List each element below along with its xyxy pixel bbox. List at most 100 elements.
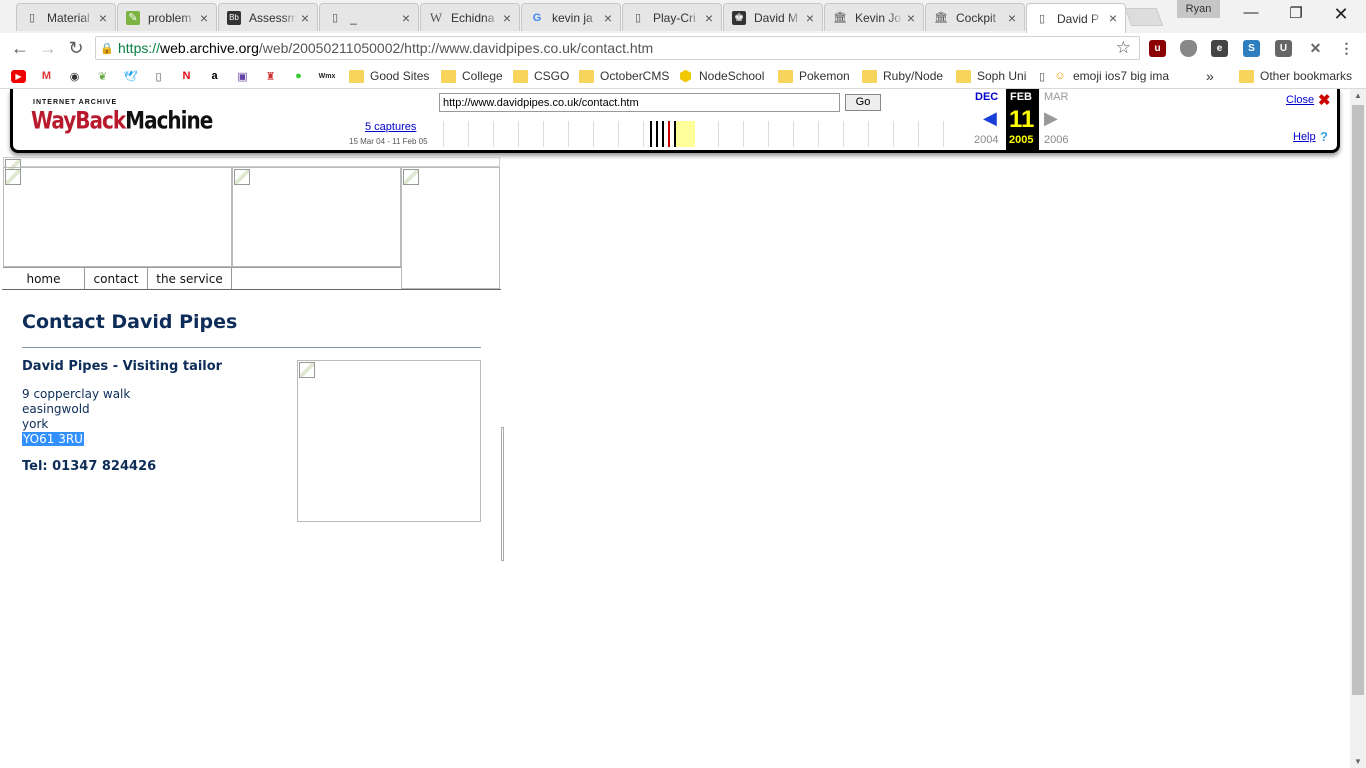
bookmark-reddit[interactable]: ◉ [67,67,88,85]
bookmarks-overflow-chevron[interactable]: » [1206,67,1214,85]
bookmark-page[interactable]: ▯ [151,67,172,85]
wayback-logo[interactable]: WayBackMachine [31,106,213,135]
wayback-go-button[interactable]: Go [845,94,881,111]
capture-bar[interactable] [674,121,676,147]
tab-9[interactable]: 🏛 Cockpit × [925,3,1025,31]
popcorn-icon: ♜ [265,70,276,83]
bookmark-twitch[interactable]: ▣ [235,67,256,85]
scroll-down-icon[interactable]: ▼ [1350,757,1366,766]
other-bookmarks[interactable]: Other bookmarks [1239,67,1352,85]
tab-1[interactable]: ✎ problem × [117,3,217,31]
capture-bar[interactable] [668,121,670,147]
bookmark-wemx[interactable]: Wmx [317,67,343,85]
new-tab-button[interactable] [1124,8,1164,26]
close-tab-icon[interactable]: × [1008,10,1016,26]
tools-icon[interactable]: ✕ [1307,40,1324,57]
wayback-captures-link[interactable]: 5 captures [365,121,416,133]
bookmark-college[interactable]: College [441,67,503,85]
close-tab-icon[interactable]: × [1109,10,1117,26]
tab-8[interactable]: 🏛 Kevin Jo × [824,3,924,31]
ublock-icon[interactable]: u [1149,40,1166,57]
address-text: https://web.archive.org/web/200502110500… [118,40,654,56]
tab-3[interactable]: ▯ _ × [319,3,419,31]
prev-month-label[interactable]: DEC [975,91,998,103]
scrollbar-thumb[interactable] [1352,105,1364,695]
bookmark-octobercms[interactable]: OctoberCMS [579,67,669,85]
close-tab-icon[interactable]: × [200,10,208,26]
folder-icon [1239,69,1254,83]
address-bar[interactable]: 🔒 https://web.archive.org/web/2005021105… [95,36,1140,60]
folder-icon [862,69,877,83]
back-icon[interactable]: ← [9,37,31,59]
window-close-icon[interactable]: ✕ [1326,4,1356,25]
close-tab-icon[interactable]: × [503,10,511,26]
header-middle-image [232,167,401,267]
page-scrollbar[interactable]: ▲ ▼ [1350,89,1366,768]
bookmark-amazon[interactable]: a [207,67,228,85]
bookmark-good-sites[interactable]: Good Sites [349,67,429,85]
wayback-current-date: FEB 11 2005 [1006,89,1039,150]
tab-4[interactable]: W Echidna × [420,3,520,31]
bookmark-netflix[interactable]: N [179,67,200,85]
scroll-up-icon[interactable]: ▲ [1350,91,1366,100]
tab-10-active[interactable]: ▯ David P × [1026,3,1126,33]
bookmark-android[interactable]: ● [291,67,312,85]
menu-icon[interactable]: ⋮ [1338,40,1355,57]
bookmark-pokemon[interactable]: Pokemon [778,67,850,85]
wayback-close-link[interactable]: Close [1286,94,1314,106]
close-tab-icon[interactable]: × [705,10,713,26]
tab-6[interactable]: ▯ Play-Cri × [622,3,722,31]
stylish-icon[interactable]: S [1243,40,1260,57]
bookmark-popcorn[interactable]: ♜ [263,67,284,85]
tab-2[interactable]: Bb Assessm × [218,3,318,31]
prev-capture-arrow-icon[interactable]: ◀ [983,108,997,129]
capture-bar[interactable] [662,121,664,147]
archive-icon: 🏛 [934,12,948,24]
close-tab-icon[interactable]: × [402,10,410,26]
bookmark-star-icon[interactable]: ☆ [1116,38,1131,58]
tab-0[interactable]: ▯ Material × [16,3,116,31]
tab-5[interactable]: Gkevin ja × [521,3,621,31]
reload-icon[interactable]: ↻ [65,37,87,59]
bookmark-leaf[interactable]: ❦ [95,67,116,85]
wayback-url-input[interactable] [439,93,840,112]
page-icon: ▯ [1038,70,1046,83]
wayback-sparkline[interactable] [443,121,973,147]
help-question-icon[interactable]: ? [1320,129,1328,144]
close-x-icon[interactable]: ✖ [1318,91,1331,109]
wikipedia-icon: W [429,9,443,25]
bookmark-emoji[interactable]: ▯ ☺ emoji ios7 big ima [1037,67,1169,85]
shield-icon[interactable] [1180,40,1197,57]
next-capture-arrow-icon[interactable]: ▶ [1044,108,1058,129]
capture-bar[interactable] [650,121,652,147]
bookmark-ruby-node[interactable]: Ruby/Node [862,67,943,85]
bookmark-nodeschool[interactable]: ⬢ NodeSchool [678,67,764,85]
folder-icon [778,69,793,83]
wayback-capture-range: 15 Mar 04 - 11 Feb 05 [349,137,428,146]
close-tab-icon[interactable]: × [99,10,107,26]
ghostery-icon[interactable]: U [1275,40,1292,57]
close-tab-icon[interactable]: × [907,10,915,26]
restore-icon[interactable]: ❐ [1281,4,1311,22]
evernote-ext-icon[interactable]: e [1211,40,1228,57]
capture-bar[interactable] [656,121,658,147]
minimize-icon[interactable]: — [1236,4,1266,21]
nav-the-service[interactable]: the service [148,268,232,290]
tab-7[interactable]: ♚ David M × [723,3,823,31]
bookmark-csgo[interactable]: CSGO [513,67,569,85]
wayback-help-link[interactable]: Help [1293,131,1316,143]
bookmark-gmail[interactable]: M [39,67,60,85]
bookmark-soph-uni[interactable]: Soph Uni [956,67,1026,85]
amazon-icon: a [211,70,218,82]
header-right-image [401,167,500,289]
bookmark-youtube[interactable]: ▶ [11,67,32,85]
nav-home[interactable]: home [3,268,85,290]
close-tab-icon[interactable]: × [301,10,309,26]
close-tab-icon[interactable]: × [806,10,814,26]
forward-icon[interactable]: → [37,37,59,59]
nav-contact[interactable]: contact [85,268,148,290]
bookmark-twitter[interactable]: 🕊 [123,67,144,85]
prev-year-label: 2004 [974,134,999,146]
close-tab-icon[interactable]: × [604,10,612,26]
profile-button[interactable]: Ryan [1177,0,1220,18]
